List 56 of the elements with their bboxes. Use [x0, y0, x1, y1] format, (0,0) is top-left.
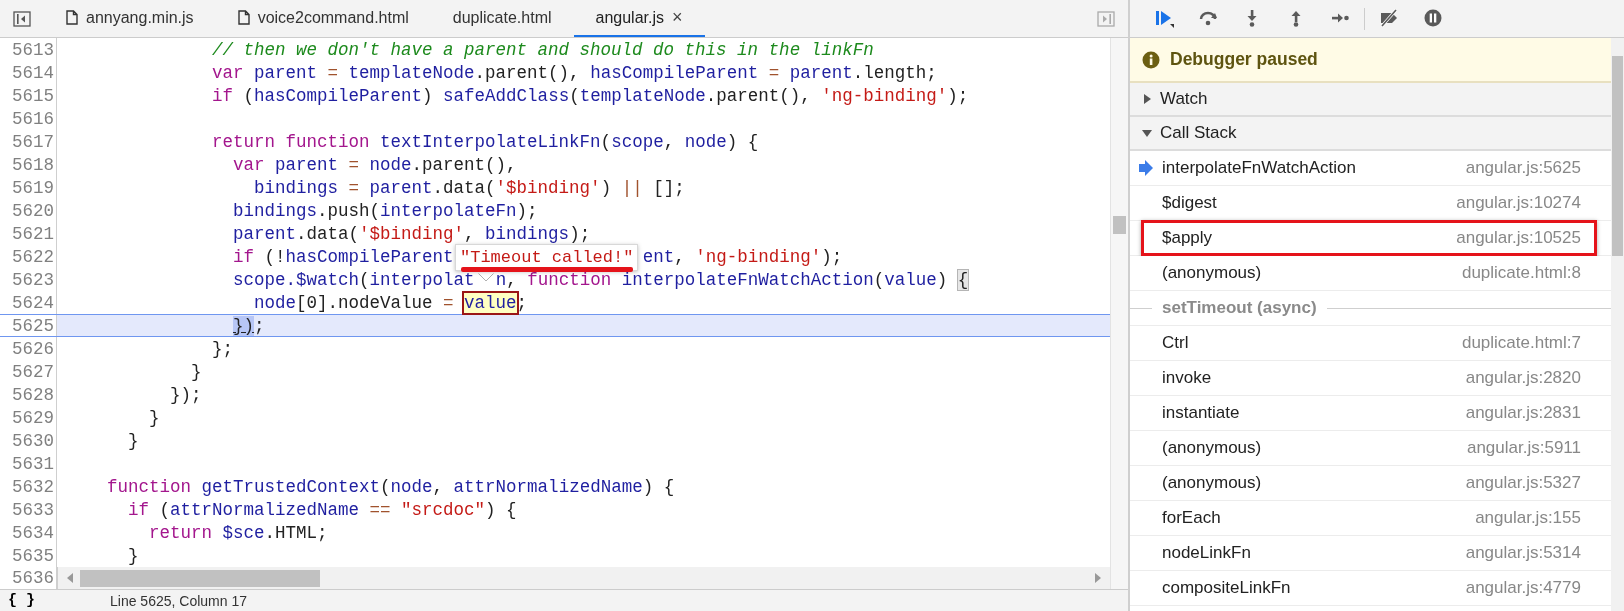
line-number: 5625	[0, 315, 57, 336]
line-number: 5631	[0, 452, 57, 475]
async-separator: setTimeout (async)	[1162, 298, 1317, 318]
code-line: ent, 'ng-binding');	[642, 246, 843, 267]
line-number: 5618	[0, 153, 57, 176]
line-number: 5628	[0, 383, 57, 406]
line-number: 5617	[0, 130, 57, 153]
line-number: 5619	[0, 176, 57, 199]
code-line: if (hasCompileParent) safeAddClass(templateNode.parent(), 'ng-binding');	[212, 85, 969, 106]
code-line: var parent = node.parent(),	[233, 154, 517, 175]
code-line: };	[212, 338, 234, 359]
code-line: }	[128, 430, 139, 451]
section-header[interactable]: Watch	[1130, 83, 1611, 117]
cursor-position: Line 5625, Column 17	[110, 592, 247, 609]
line-number: 5635	[0, 544, 57, 567]
code-line: if (attrNormalizedName == "srcdoc") {	[128, 499, 517, 520]
line-number: 5614	[0, 61, 57, 84]
code-line: });	[170, 384, 202, 405]
code-line: var parent = templateNode.parent(), hasCompileParent = parent.length;	[212, 62, 937, 83]
line-number: 5630	[0, 429, 57, 452]
code-line: bindings = parent.data('$binding') || [];	[254, 177, 685, 198]
code-line: parent.data('$binding', bindings);	[233, 223, 591, 244]
line-number: 5613	[0, 38, 57, 61]
line-number: 5623	[0, 268, 57, 291]
line-number: 5627	[0, 360, 57, 383]
paused-message: Debugger paused	[1170, 49, 1318, 70]
call-frame[interactable]: $apply angular.js:10525	[1130, 221, 1611, 256]
code-line: }	[128, 545, 139, 566]
line-number: 5615	[0, 84, 57, 107]
line-number: 5629	[0, 406, 57, 429]
code-line: n, function interpolateFnWatchAction(value) {	[495, 269, 969, 290]
code-line: return function textInterpolateLinkFn(scope, node) {	[212, 131, 759, 152]
line-number: 5621	[0, 222, 57, 245]
line-number: 5633	[0, 498, 57, 521]
code-line: bindings.push(interpolateFn);	[233, 200, 538, 221]
line-number: 5634	[0, 521, 57, 544]
code-line: scope.$watch(interpolat	[233, 269, 475, 290]
line-number: 5632	[0, 475, 57, 498]
file-tab[interactable]: voice2command.html	[215, 0, 431, 37]
close-icon[interactable]: ×	[672, 7, 683, 28]
code-line: }	[191, 361, 202, 382]
code-line: if (!hasCompileParent	[233, 246, 454, 267]
file-tab[interactable]: angular.js ×	[573, 0, 705, 37]
pretty-print-button[interactable]: { }	[0, 592, 110, 609]
line-number: 5616	[0, 107, 57, 130]
line-number: 5620	[0, 199, 57, 222]
file-tab[interactable]: annyang.min.js	[44, 0, 216, 37]
code-line: return $sce.HTML;	[149, 522, 328, 543]
line-number: 5626	[0, 337, 57, 360]
line-number: 5622	[0, 245, 57, 268]
code-line: }	[149, 407, 160, 428]
code-line: function getTrustedContext(node, attrNormalizedName) {	[107, 476, 675, 497]
code-line: // then we don't have a parent and should do this in the linkFn	[212, 39, 874, 60]
section-header[interactable]: Call Stack	[1130, 117, 1611, 151]
file-tab[interactable]: duplicate.html	[430, 0, 574, 37]
code-line: node[0].nodeValue = value;	[254, 292, 528, 313]
